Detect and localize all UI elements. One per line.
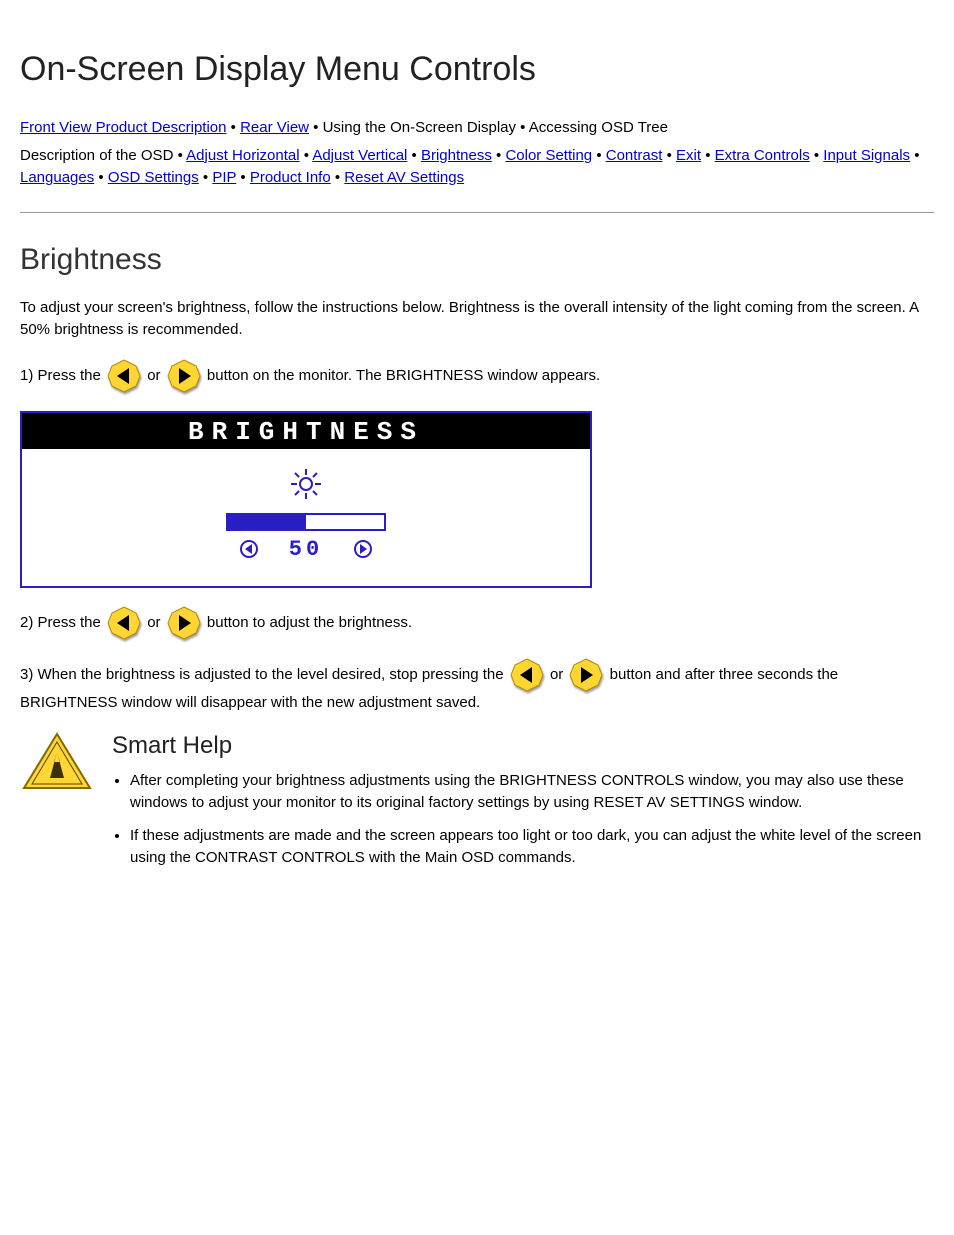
smart-help-heading: Smart Help	[112, 732, 934, 760]
link-color-setting[interactable]: Color Setting	[505, 147, 592, 164]
link-adjust-horizontal[interactable]: Adjust Horizontal	[186, 147, 299, 164]
right-arrow-button-icon	[167, 606, 201, 640]
brightness-progress-fill	[228, 515, 306, 529]
link-extra-controls[interactable]: Extra Controls	[715, 147, 810, 164]
nav-row-1: Front View Product Description • Rear Vi…	[20, 117, 934, 139]
warning-triangle-icon	[20, 732, 94, 792]
link-reset-av-settings[interactable]: Reset AV Settings	[344, 169, 464, 186]
left-arrow-button-icon	[510, 658, 544, 692]
osd-title: BRIGHTNESS	[22, 413, 590, 449]
nav-row-2: Description of the OSD • Adjust Horizont…	[20, 145, 934, 189]
smart-help-block: Smart Help After completing your brightn…	[20, 732, 934, 880]
divider	[20, 212, 934, 213]
brightness-controls-row: 50	[22, 537, 590, 562]
section-heading: Brightness	[20, 243, 934, 277]
link-brightness[interactable]: Brightness	[421, 147, 492, 164]
osd-right-arrow-icon	[354, 540, 372, 558]
link-osd-settings[interactable]: OSD Settings	[108, 169, 199, 186]
smart-help-bullet-2: If these adjustments are made and the sc…	[130, 825, 934, 870]
step-1: 1) Press the or button on the monitor. T…	[20, 359, 934, 393]
link-contrast[interactable]: Contrast	[606, 147, 663, 164]
nav-prefix: Description of the OSD •	[20, 147, 186, 164]
link-exit[interactable]: Exit	[676, 147, 701, 164]
brightness-progress-bar	[226, 513, 386, 531]
link-front-view[interactable]: Front View Product Description	[20, 119, 226, 136]
osd-brightness-panel: BRIGHTNESS 50	[20, 411, 592, 588]
osd-left-arrow-icon	[240, 540, 258, 558]
link-input-signals[interactable]: Input Signals	[823, 147, 910, 164]
step-3: 3) When the brightness is adjusted to th…	[20, 658, 934, 714]
link-product-info[interactable]: Product Info	[250, 169, 331, 186]
link-pip[interactable]: PIP	[212, 169, 236, 186]
right-arrow-button-icon	[569, 658, 603, 692]
right-arrow-button-icon	[167, 359, 201, 393]
link-rear-view[interactable]: Rear View	[240, 119, 309, 136]
intro-text: To adjust your screen's brightness, foll…	[20, 297, 934, 341]
page-title: On-Screen Display Menu Controls	[20, 50, 934, 89]
brightness-value: 50	[271, 537, 341, 562]
left-arrow-button-icon	[107, 606, 141, 640]
step-2: 2) Press the or button to adjust the bri…	[20, 606, 934, 640]
link-languages[interactable]: Languages	[20, 169, 94, 186]
sun-icon	[289, 467, 323, 505]
smart-help-bullet-1: After completing your brightness adjustm…	[130, 770, 934, 815]
link-adjust-vertical[interactable]: Adjust Vertical	[312, 147, 407, 164]
left-arrow-button-icon	[107, 359, 141, 393]
